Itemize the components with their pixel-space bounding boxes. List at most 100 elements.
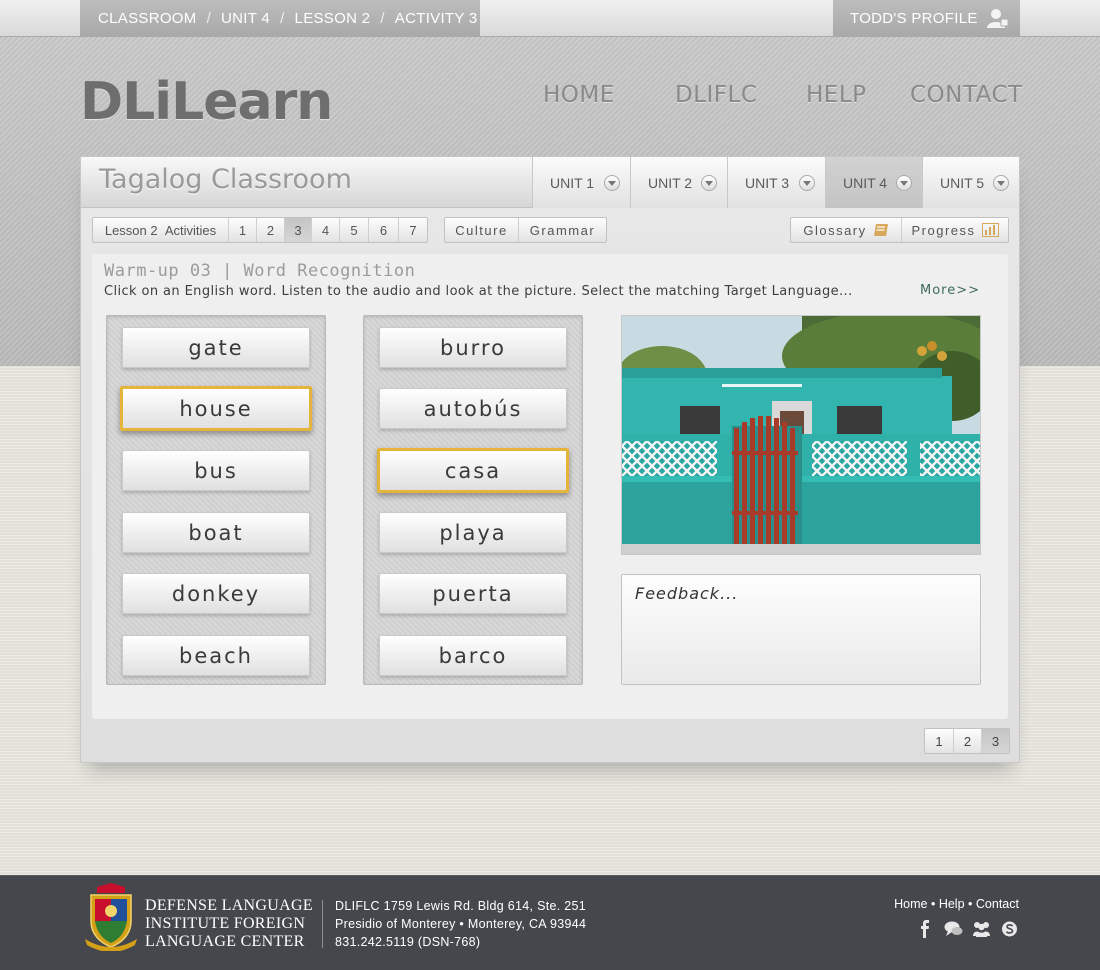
breadcrumb-classroom[interactable]: CLASSROOM: [98, 10, 197, 27]
footer: DEFENSE LANGUAGE INSTITUTE FOREIGN LANGU…: [0, 875, 1100, 970]
bar-chart-icon: [981, 223, 999, 237]
institute-name-line: INSTITUTE FOREIGN: [145, 915, 306, 932]
target-word-button[interactable]: autobús: [379, 388, 567, 429]
skype-icon[interactable]: [1000, 920, 1019, 938]
footer-link-separator: •: [930, 897, 936, 911]
chat-icon[interactable]: [944, 920, 963, 938]
english-word-button[interactable]: beach: [122, 635, 310, 676]
footer-address: DLIFLC 1759 Lewis Rd. Bldg 614, Ste. 251…: [335, 897, 586, 951]
topic-bar: Culture Grammar: [444, 217, 607, 243]
glossary-button[interactable]: Glossary: [791, 218, 901, 242]
top-bar: CLASSROOM / UNIT 4 / LESSON 2 / ACTIVITY…: [0, 0, 1100, 37]
activity-instructions: Click on an English word. Listen to the …: [104, 284, 853, 299]
institute-name-line: LANGUAGE CENTER: [145, 933, 305, 950]
group-icon[interactable]: [972, 920, 991, 938]
feedback-box: Feedback...: [621, 574, 981, 685]
chevron-down-icon: [799, 175, 815, 191]
chevron-down-icon: [896, 175, 912, 191]
institute-name-line: DEFENSE LANGUAGE: [145, 897, 313, 914]
target-word-button[interactable]: puerta: [379, 573, 567, 614]
page-pagination: 1 2 3: [924, 728, 1010, 754]
english-word-button[interactable]: bus: [122, 450, 310, 491]
breadcrumb: CLASSROOM / UNIT 4 / LESSON 2 / ACTIVITY…: [80, 0, 480, 36]
nav-help[interactable]: HELP: [806, 82, 867, 108]
activity-1-button[interactable]: 1: [228, 218, 256, 242]
breadcrumb-activity[interactable]: ACTIVITY 3: [395, 10, 478, 27]
footer-link-home[interactable]: Home: [894, 897, 927, 911]
tab-unit-3[interactable]: UNIT 3: [727, 157, 825, 208]
progress-button[interactable]: Progress: [901, 218, 1008, 242]
book-icon: [873, 224, 888, 236]
breadcrumb-lesson[interactable]: LESSON 2: [295, 10, 371, 27]
classroom-title: Tagalog Classroom: [99, 164, 352, 195]
breadcrumb-unit[interactable]: UNIT 4: [221, 10, 270, 27]
social-icons: [916, 920, 1019, 938]
culture-button[interactable]: Culture: [445, 218, 518, 242]
chevron-down-icon: [993, 175, 1009, 191]
address-line: DLIFLC 1759 Lewis Rd. Bldg 614, Ste. 251: [335, 899, 587, 913]
main-nav: HOME DLIFLC HELP CONTACT: [543, 82, 1023, 112]
progress-label: Progress: [911, 222, 976, 238]
activity-picture: [621, 315, 981, 555]
more-link[interactable]: More>>: [920, 283, 980, 298]
user-icon: [987, 9, 1008, 28]
footer-links: Home • Help • Contact: [894, 897, 1019, 911]
classroom-panel: Tagalog Classroom UNIT 1 UNIT 2 UNIT 3 U…: [80, 156, 1020, 763]
english-word-column: gate house bus boat donkey beach: [106, 315, 326, 685]
breadcrumb-separator: /: [206, 9, 212, 27]
dliflc-crest-logo: [85, 883, 137, 951]
breadcrumb-separator: /: [380, 9, 385, 27]
lesson-name: Lesson 2: [104, 222, 158, 238]
breadcrumb-separator: /: [280, 9, 285, 27]
target-word-button[interactable]: barco: [379, 635, 567, 676]
tab-label: UNIT 3: [745, 174, 790, 191]
chevron-down-icon: [604, 175, 620, 191]
site-logo[interactable]: DLiLearn: [80, 72, 333, 132]
facebook-icon[interactable]: [916, 920, 935, 938]
lesson-label: Lesson 2 Activities: [93, 218, 228, 242]
lesson-activity-bar: Lesson 2 Activities 1 2 3 4 5 6 7: [92, 217, 428, 243]
institute-name: DEFENSE LANGUAGE INSTITUTE FOREIGN LANGU…: [145, 897, 320, 951]
activity-7-button[interactable]: 7: [398, 218, 427, 242]
page-2-button[interactable]: 2: [953, 729, 981, 753]
activity-content: Warm-up 03 | Word Recognition Click on a…: [92, 254, 1008, 719]
english-word-button[interactable]: boat: [122, 512, 310, 553]
target-word-button[interactable]: burro: [379, 327, 567, 368]
target-word-button[interactable]: playa: [379, 512, 567, 553]
page-3-button[interactable]: 3: [981, 729, 1009, 753]
footer-link-separator: •: [968, 897, 973, 911]
nav-contact[interactable]: CONTACT: [910, 82, 1023, 108]
tab-label: UNIT 4: [843, 174, 888, 191]
activity-2-button[interactable]: 2: [256, 218, 284, 242]
target-word-button-selected[interactable]: casa: [377, 448, 569, 493]
footer-link-help[interactable]: Help: [939, 897, 965, 911]
target-word-column: burro autobús casa playa puerta barco: [363, 315, 583, 685]
activity-6-button[interactable]: 6: [368, 218, 398, 242]
activity-5-button[interactable]: 5: [339, 218, 368, 242]
grammar-button[interactable]: Grammar: [518, 218, 606, 242]
english-word-button-selected[interactable]: house: [120, 386, 312, 431]
tab-unit-2[interactable]: UNIT 2: [630, 157, 727, 208]
nav-dliflc[interactable]: DLIFLC: [675, 82, 757, 108]
profile-label: TODD'S PROFILE: [850, 9, 978, 27]
tab-unit-1[interactable]: UNIT 1: [532, 157, 630, 208]
tab-label: UNIT 2: [648, 174, 693, 191]
page-1-button[interactable]: 1: [925, 729, 953, 753]
activity-3-button[interactable]: 3: [284, 218, 311, 242]
activity-title: Warm-up 03 | Word Recognition: [104, 261, 416, 281]
phone-line: 831.242.5119 (DSN-768): [335, 935, 481, 949]
english-word-button[interactable]: donkey: [122, 573, 310, 614]
english-word-button[interactable]: gate: [122, 327, 310, 368]
chevron-down-icon: [701, 175, 717, 191]
footer-divider: [322, 900, 323, 948]
tab-unit-4[interactable]: UNIT 4: [825, 157, 922, 208]
tab-label: UNIT 5: [940, 174, 985, 191]
house-photo: [622, 316, 980, 554]
feedback-text: Feedback...: [635, 584, 739, 603]
nav-home[interactable]: HOME: [543, 82, 615, 108]
profile-link[interactable]: TODD'S PROFILE: [833, 0, 1020, 36]
address-line: Presidio of Monterey • Monterey, CA 9394…: [335, 917, 587, 931]
tab-unit-5[interactable]: UNIT 5: [922, 157, 1019, 208]
footer-link-contact[interactable]: Contact: [976, 897, 1019, 911]
activity-4-button[interactable]: 4: [311, 218, 339, 242]
